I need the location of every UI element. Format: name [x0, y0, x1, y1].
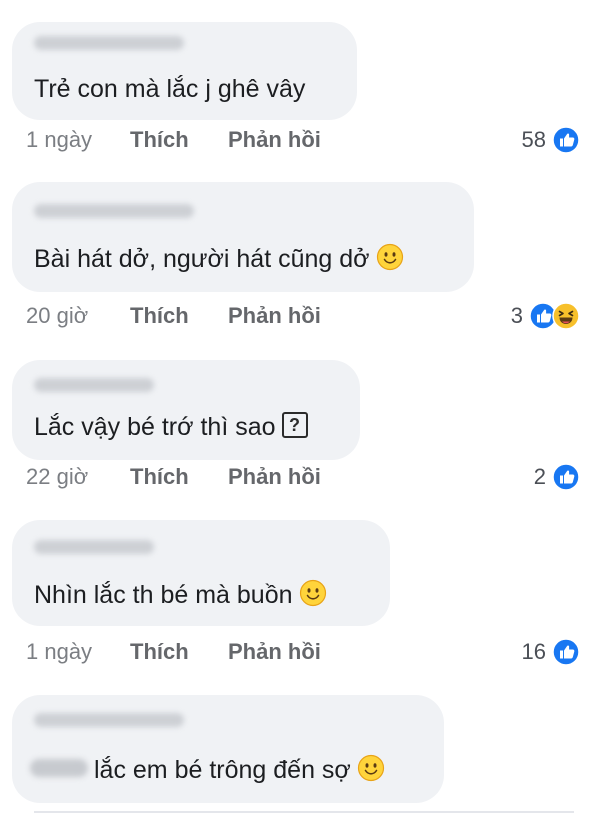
reaction-count: 58 — [521, 127, 546, 152]
reply-button[interactable]: Phản hồi — [228, 462, 321, 492]
reaction-summary[interactable]: 3 — [511, 301, 580, 331]
slightly-smiling-face-emoji — [376, 243, 404, 271]
reaction-count: 3 — [510, 303, 523, 328]
haha-icon — [552, 302, 580, 330]
comment-time[interactable]: 1 ngày — [26, 637, 92, 667]
like-icon — [552, 638, 580, 666]
reply-button[interactable]: Phản hồi — [228, 125, 321, 155]
question-mark-box-emoji: ? — [281, 412, 308, 439]
comment-bubble: lắc em bé trông đến sợ — [12, 695, 444, 803]
comment-time[interactable]: 20 giờ — [26, 301, 88, 331]
reaction-summary[interactable]: 2 — [534, 462, 580, 492]
author-name-blurred[interactable] — [34, 36, 184, 50]
comment-meta: 20 giờ Thích Phản hồi 3 — [0, 301, 600, 331]
like-icon — [552, 126, 580, 154]
comment-text: Nhìn lắc th bé mà buồn — [34, 580, 327, 610]
like-button[interactable]: Thích — [130, 301, 189, 331]
like-button[interactable]: Thích — [130, 125, 189, 155]
comment-text: Bài hát dở, người hát cũng dở — [34, 244, 404, 274]
reaction-count: 16 — [521, 639, 546, 664]
slightly-smiling-face-emoji — [357, 754, 385, 782]
blurred-text-fragment — [30, 759, 88, 778]
comment-text: Lắc vậy bé trớ thì sao? — [34, 412, 308, 442]
comment-bubble: Nhìn lắc th bé mà buồn — [12, 520, 390, 626]
comment-bubble: Lắc vậy bé trớ thì sao? — [12, 360, 360, 460]
comment-bubble: Trẻ con mà lắc j ghê vây — [12, 22, 357, 120]
author-name-blurred[interactable] — [34, 713, 184, 727]
comment-meta: 22 giờ Thích Phản hồi 2 — [0, 462, 600, 492]
author-name-blurred[interactable] — [34, 378, 154, 392]
like-button[interactable]: Thích — [130, 462, 189, 492]
like-button[interactable]: Thích — [130, 637, 189, 667]
slightly-smiling-face-emoji — [299, 579, 327, 607]
comment-text: Trẻ con mà lắc j ghê vây — [34, 75, 306, 103]
divider — [34, 811, 574, 813]
comment-meta: 1 ngày Thích Phản hồi 58 — [0, 125, 600, 155]
comment-time[interactable]: 22 giờ — [26, 462, 88, 492]
like-icon — [552, 463, 580, 491]
reaction-summary[interactable]: 58 — [522, 125, 580, 155]
reply-button[interactable]: Phản hồi — [228, 301, 321, 331]
comment-meta: 1 ngày Thích Phản hồi 16 — [0, 637, 600, 667]
author-name-blurred[interactable] — [34, 540, 154, 554]
reaction-count: 2 — [533, 464, 546, 489]
comment-text: lắc em bé trông đến sợ — [30, 755, 385, 785]
comment-bubble: Bài hát dở, người hát cũng dở — [12, 182, 474, 292]
comment-time[interactable]: 1 ngày — [26, 125, 92, 155]
reply-button[interactable]: Phản hồi — [228, 637, 321, 667]
reaction-summary[interactable]: 16 — [522, 637, 580, 667]
author-name-blurred[interactable] — [34, 204, 194, 218]
